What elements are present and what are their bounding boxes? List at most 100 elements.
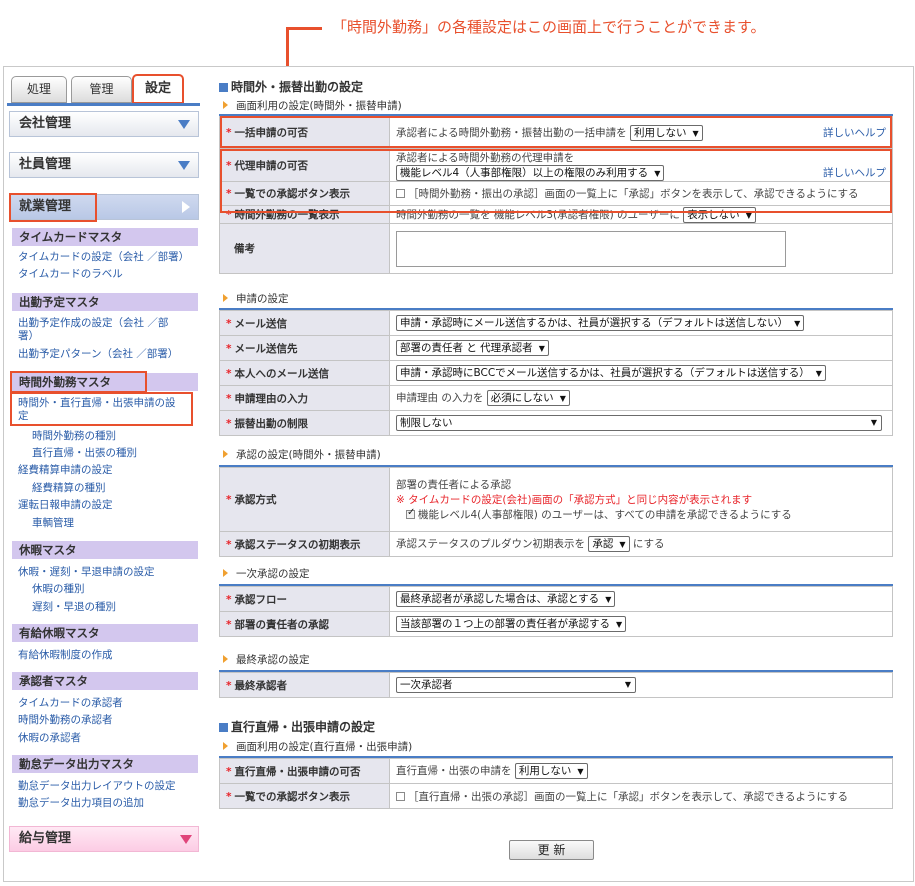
dept-approver-select[interactable]: 当該部署の１つ上の部署の責任者が承認する ▼	[396, 616, 627, 632]
section-label: 会社管理	[19, 116, 72, 131]
category-approver: 承認者マスタ	[12, 672, 198, 690]
update-button[interactable]: 更 新	[509, 840, 594, 860]
final-approver-select[interactable]: 一次承認者 ▼	[396, 677, 636, 693]
link-expense-settings[interactable]: 経費精算申請の設定	[18, 463, 113, 477]
limit-select[interactable]: 制限しない ▼	[396, 415, 882, 431]
table-row: * 部署の責任者の承認 当該部署の１つ上の部署の責任者が承認する ▼	[219, 611, 893, 637]
arrow-right-icon	[223, 569, 228, 577]
status-select[interactable]: 承認 ▼	[588, 536, 630, 552]
sidebar: 処理 管理 設定 会社管理 社員管理 就業管理 タイムカードマスタ タイムカード…	[7, 72, 200, 878]
row-label: 備考	[219, 223, 390, 274]
dropdown-arrow-icon: ▼	[619, 540, 626, 549]
link-direct-types[interactable]: 直行直帰・出張の種別	[32, 446, 137, 460]
subsection-first: 一次承認の設定	[223, 566, 310, 581]
subsection-usage: 画面利用の設定(時間外・振替申請)	[223, 98, 402, 113]
link-approver-vacation[interactable]: 休暇の承認者	[18, 731, 81, 745]
link-export-items[interactable]: 勤怠データ出力項目の追加	[18, 796, 144, 810]
row-value: 申請・承認時にメール送信するかは、社員が選択する（デフォルトは送信しない） ▼	[389, 310, 893, 336]
section-label: 社員管理	[19, 157, 72, 172]
row-label: * 最終承認者	[219, 672, 390, 698]
table-row: * 申請理由の入力 申請理由 の入力を 必須にしない ▼	[219, 385, 893, 411]
link-vacation-settings[interactable]: 休暇・遅刻・早退申請の設定	[18, 565, 155, 579]
subsection-final: 最終承認の設定	[223, 652, 310, 667]
link-approver-timecard[interactable]: タイムカードの承認者	[18, 696, 123, 710]
sidebar-section-salary[interactable]: 給与管理	[9, 826, 199, 852]
approve-all-checkbox[interactable]	[406, 507, 415, 519]
link-expense-types[interactable]: 経費精算の種別	[32, 481, 106, 495]
section-title-direct: 直行直帰・出張申請の設定	[219, 718, 375, 735]
row-value: 直行直帰・出張の申請を 利用しない ▼	[389, 758, 893, 784]
link-late-types[interactable]: 遅刻・早退の種別	[32, 600, 116, 614]
link-vacation-types[interactable]: 休暇の種別	[32, 582, 85, 596]
first-approval-table: * 承認フロー 最終承認者が承認した場合は、承認とする ▼ * 部署の責任者の承認 当…	[219, 586, 893, 637]
link-approver-overtime[interactable]: 時間外勤務の承認者	[18, 713, 113, 727]
link-schedule-settings[interactable]: 出勤予定作成の設定（会社 ／部	[18, 316, 168, 330]
arrow-right-icon	[223, 742, 228, 750]
mail-send-select[interactable]: 申請・承認時にメール送信するかは、社員が選択する（デフォルトは送信しない） ▼	[396, 315, 805, 331]
table-row: * 本人へのメール送信 申請・承認時にBCCでメール送信するかは、社員が選択する（…	[219, 360, 893, 386]
table-row: * 直行直帰・出張申請の可否 直行直帰・出張の申請を 利用しない ▼	[219, 758, 893, 784]
row-value: 部署の責任者による承認 ※ タイムカードの設定(会社)画面の「承認方式」と同じ内…	[389, 467, 893, 532]
table-row: * 最終承認者 一次承認者 ▼	[219, 672, 893, 698]
tab-settings[interactable]: 設定	[132, 74, 184, 104]
highlight-frame	[220, 149, 892, 213]
direct-approve-checkbox[interactable]	[396, 791, 405, 801]
highlight-frame	[9, 193, 97, 222]
category-schedule: 出勤予定マスタ	[12, 293, 198, 311]
tab-underline	[7, 103, 200, 106]
row-value: 承認ステータスのプルダウン初期表示を 承認 ▼ にする	[389, 531, 893, 557]
subsection-approval: 承認の設定(時間外・振替申請)	[223, 447, 381, 462]
link-export-layout[interactable]: 勤怠データ出力レイアウトの設定	[18, 779, 176, 793]
chevron-down-icon	[178, 161, 190, 170]
direct-settings-table: * 直行直帰・出張申請の可否 直行直帰・出張の申請を 利用しない ▼ * 一覧での承認…	[219, 758, 893, 809]
tab-process[interactable]: 処理	[11, 76, 67, 103]
row-value: 部署の責任者 と 代理承認者 ▼	[389, 335, 893, 361]
row-label: * メール送信先	[219, 335, 390, 361]
row-value: 当該部署の１つ上の部署の責任者が承認する ▼	[389, 611, 893, 637]
callout-text: 「時間外勤務」の各種設定はこの画面上で行うことができます。	[332, 18, 766, 36]
row-value: 最終承認者が承認した場合は、承認とする ▼	[389, 586, 893, 612]
category-paid: 有給休暇マスタ	[12, 624, 198, 642]
main-tabs: 処理 管理 設定	[7, 72, 200, 106]
section-title-overtime: 時間外・振替出勤の設定	[219, 78, 363, 95]
table-row: * メール送信先 部署の責任者 と 代理承認者 ▼	[219, 335, 893, 361]
reason-select[interactable]: 必須にしない ▼	[486, 390, 570, 406]
row-value: 一次承認者 ▼	[389, 672, 893, 698]
row-label: * 本人へのメール送信	[219, 360, 390, 386]
table-row: * 承認ステータスの初期表示 承認ステータスのプルダウン初期表示を 承認 ▼ にする	[219, 531, 893, 557]
sidebar-section-company[interactable]: 会社管理	[9, 111, 199, 137]
arrow-right-icon	[223, 101, 228, 109]
mail-recipient-select[interactable]: 部署の責任者 と 代理承認者 ▼	[396, 340, 549, 356]
dropdown-arrow-icon: ▼	[559, 394, 566, 403]
row-label: * 申請理由の入力	[219, 385, 390, 411]
bullet-icon	[219, 83, 228, 92]
link-timecard-settings[interactable]: タイムカードの設定（会社 ／部署）	[18, 250, 189, 264]
note-textarea[interactable]	[396, 230, 786, 267]
link-overtime-types[interactable]: 時間外勤務の種別	[32, 429, 116, 443]
category-vacation: 休暇マスタ	[12, 541, 198, 559]
sidebar-section-employee[interactable]: 社員管理	[9, 152, 199, 178]
final-approval-table: * 最終承認者 一次承認者 ▼	[219, 672, 893, 698]
dropdown-arrow-icon: ▼	[616, 620, 623, 629]
mail-self-select[interactable]: 申請・承認時にBCCでメール送信するかは、社員が選択する（デフォルトは送信する）…	[396, 365, 826, 381]
table-row: 備考	[219, 223, 893, 274]
direct-usage-select[interactable]: 利用しない ▼	[514, 763, 588, 779]
link-schedule-settings-2[interactable]: 署）	[18, 329, 39, 343]
dropdown-arrow-icon: ▼	[624, 680, 631, 689]
tab-manage[interactable]: 管理	[71, 76, 132, 103]
link-paid-create[interactable]: 有給休暇制度の作成	[18, 648, 113, 662]
row-label: * 承認ステータスの初期表示	[219, 531, 390, 557]
row-label: * 一覧での承認ボタン表示	[219, 783, 390, 809]
approval-flow-select[interactable]: 最終承認者が承認した場合は、承認とする ▼	[396, 591, 616, 607]
row-value: 申請・承認時にBCCでメール送信するかは、社員が選択する（デフォルトは送信する）…	[389, 360, 893, 386]
category-export: 勤怠データ出力マスタ	[12, 755, 198, 773]
category-timecard: タイムカードマスタ	[12, 228, 198, 246]
link-driving-settings[interactable]: 運転日報申請の設定	[18, 498, 113, 512]
arrow-right-icon	[223, 450, 228, 458]
link-schedule-patterns[interactable]: 出勤予定パターン（会社 ／部署）	[18, 347, 178, 361]
row-label: * メール送信	[219, 310, 390, 336]
table-row: * 振替出勤の制限 制限しない ▼	[219, 410, 893, 436]
chevron-down-icon	[178, 120, 190, 129]
link-timecard-labels[interactable]: タイムカードのラベル	[18, 267, 123, 281]
link-vehicle[interactable]: 車輌管理	[32, 516, 74, 530]
